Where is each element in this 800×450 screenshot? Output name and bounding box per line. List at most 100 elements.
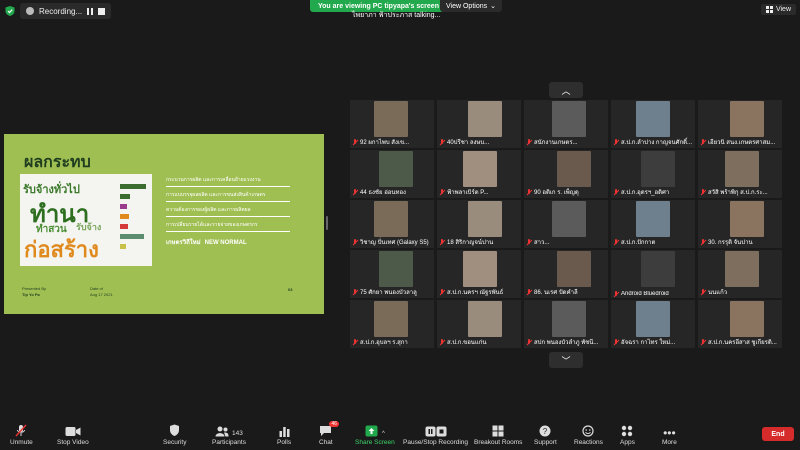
- participant-tile[interactable]: ส.ป.ก.นครฯ ณัฐรพันธ์: [437, 250, 521, 298]
- participant-tile[interactable]: 44 ธงชัย อ่อนทอง: [350, 150, 434, 198]
- participant-tile[interactable]: สวัสิ พร้าพิกุ ส.ป.ก.ระ...: [698, 150, 782, 198]
- breakout-rooms-button[interactable]: Breakout Rooms: [474, 424, 522, 446]
- mini-bar: [120, 214, 129, 219]
- participant-name-label: ฟ้าพลาเบิร์ด P...: [439, 187, 519, 197]
- apps-button[interactable]: Apps: [620, 424, 635, 446]
- share-screen-label: Share Screen: [355, 439, 395, 446]
- mic-muted-icon: [526, 289, 532, 295]
- chevron-up-icon: ︿: [561, 85, 571, 96]
- participant-tile[interactable]: ส.ป.ก.อุบลฯ ร.สุกา: [350, 300, 434, 348]
- participant-name: 44 ธงชัย อ่อนทอง: [360, 190, 406, 196]
- participant-tile[interactable]: 92 ผกาไพบ สังเข...: [350, 100, 434, 148]
- participant-tile[interactable]: 18 สิริกาญจน์ปาน: [437, 200, 521, 248]
- participants-button[interactable]: 143 Participants: [212, 424, 246, 446]
- participant-video: [468, 101, 502, 137]
- share-screen-icon: [365, 425, 378, 437]
- view-options-label: View Options: [446, 2, 488, 10]
- view-options-button[interactable]: View Options ⌄: [440, 0, 502, 12]
- recording-indicator: Recording...: [20, 3, 112, 19]
- view-button[interactable]: View: [760, 4, 796, 15]
- participant-name: ส.ป.ก.ขอนแก่น: [447, 340, 487, 346]
- participant-tile[interactable]: ฟ้าพลาเบิร์ด P...: [437, 150, 521, 198]
- mic-muted-icon: [352, 139, 358, 145]
- more-label: More: [662, 439, 677, 446]
- participant-tile[interactable]: นนแก้ว: [698, 250, 782, 298]
- participant-tile[interactable]: สาว...: [524, 200, 608, 248]
- chevron-down-icon: ⌄: [490, 3, 496, 10]
- security-label: Security: [163, 439, 187, 446]
- participant-tile[interactable]: 90 อติเก ร. เพ็ญดุ: [524, 150, 608, 198]
- meeting-toolbar: Unmute Stop Video Security 143 Participa…: [0, 418, 800, 450]
- pause-recording-button[interactable]: Pause/Stop Recording: [403, 424, 468, 446]
- apps-label: Apps: [620, 439, 635, 446]
- participant-name-label: อัจฉรา กาไทร ใหม่...: [613, 337, 693, 347]
- mic-muted-icon: [613, 339, 619, 345]
- participant-tile[interactable]: เอียวนิ สนง.เกษตรศาสม...: [698, 100, 782, 148]
- security-button[interactable]: Security: [163, 424, 186, 446]
- slide-title: ผลกระทบ: [24, 154, 91, 171]
- share-screen-button[interactable]: ^ Share Screen: [355, 424, 395, 446]
- participant-name-label: วิชาญ ปั่นเทศ (Galaxy S5): [352, 237, 432, 247]
- participant-name-label: สาว...: [526, 237, 606, 247]
- participant-tile[interactable]: 75 ศักยา พนองบัวลาลู: [350, 250, 434, 298]
- mini-bar: [120, 224, 128, 229]
- mini-bar: [120, 184, 146, 189]
- shield-icon[interactable]: [4, 5, 16, 17]
- participant-video: [379, 251, 413, 287]
- participant-tile[interactable]: สปก พนองบัวลำภู พัชนี...: [524, 300, 608, 348]
- participant-tile[interactable]: ส.ป.ก.ลำปาง กาญจนศักดิ์...: [611, 100, 695, 148]
- pause-recording-icon[interactable]: [87, 7, 94, 15]
- participant-name-label: 86. นเรศ ปัดคำลี: [526, 287, 606, 297]
- participant-tile[interactable]: วิชาญ ปั่นเทศ (Galaxy S5): [350, 200, 434, 248]
- mini-bar: [120, 234, 144, 239]
- polls-button[interactable]: Polls: [277, 424, 291, 446]
- stop-video-button[interactable]: Stop Video: [57, 424, 89, 446]
- participant-name: 18 สิริกาญจน์ปาน: [447, 240, 494, 246]
- reactions-smiley-icon: [582, 425, 595, 437]
- participant-name-label: ส.ป.ก.อุบลฯ ร.สุกา: [352, 337, 432, 347]
- gallery-prev-button[interactable]: ︿: [549, 82, 583, 98]
- mic-muted-icon: [439, 139, 445, 145]
- more-button[interactable]: ••• More: [662, 424, 677, 446]
- shared-slide: ผลกระทบ รับจ้างทั่วไป ทำนา ทำสวน รับจ้าง…: [4, 134, 324, 314]
- participant-video: [463, 251, 497, 287]
- participant-tile[interactable]: ส.ป.ก.ปักกาต: [611, 200, 695, 248]
- participant-video: [379, 151, 413, 187]
- recording-dot-icon: [26, 7, 34, 15]
- participant-tile[interactable]: Android Bluedroid: [611, 250, 695, 298]
- participant-name: ส.ป.ก.อุบลฯ ร.สุกา: [360, 340, 408, 346]
- participant-tile[interactable]: ส.ป.ก.อุดรฯ_อดิศา: [611, 150, 695, 198]
- participant-video: [730, 301, 764, 337]
- participant-name-label: นนแก้ว: [700, 287, 780, 297]
- chat-button[interactable]: 46 Chat: [319, 421, 339, 446]
- participant-tile[interactable]: สนักงานเกษตร...: [524, 100, 608, 148]
- panel-resize-handle[interactable]: [326, 216, 328, 230]
- participant-video: [557, 151, 591, 187]
- support-label: Support: [534, 439, 557, 446]
- breakout-rooms-icon: [492, 425, 504, 437]
- mic-muted-icon: [613, 189, 619, 195]
- participant-tile[interactable]: 40ปรีชา ลงษบ...: [437, 100, 521, 148]
- reactions-button[interactable]: Reactions: [574, 424, 603, 446]
- stop-recording-icon[interactable]: [98, 7, 106, 15]
- mic-muted-icon: [700, 289, 706, 295]
- support-icon: ?: [539, 425, 551, 437]
- mic-muted-icon: [439, 239, 445, 245]
- mic-muted-icon: [526, 139, 532, 145]
- participant-tile[interactable]: อัจฉรา กาไทร ใหม่...: [611, 300, 695, 348]
- end-meeting-button[interactable]: End: [762, 427, 794, 441]
- participant-tile[interactable]: 86. นเรศ ปัดคำลี: [524, 250, 608, 298]
- breakout-rooms-label: Breakout Rooms: [474, 439, 523, 446]
- unmute-button[interactable]: Unmute: [10, 424, 33, 446]
- view-label: View: [775, 6, 791, 13]
- support-button[interactable]: ? Support: [534, 424, 557, 446]
- share-options-chevron-icon[interactable]: ^: [382, 431, 385, 437]
- participant-tile[interactable]: 30. กรรุติ จันปาน: [698, 200, 782, 248]
- gallery-next-button[interactable]: ﹀: [549, 352, 583, 368]
- participant-name: เอียวนิ สนง.เกษตรศาสม...: [708, 140, 776, 146]
- participant-video: [557, 251, 591, 287]
- participant-tile[interactable]: ส.ป.ก.นครอีสาส ชูเกียรติ...: [698, 300, 782, 348]
- chat-badge: 46: [329, 421, 339, 427]
- participant-name: Android Bluedroid: [621, 291, 669, 297]
- participant-tile[interactable]: ส.ป.ก.ขอนแก่น: [437, 300, 521, 348]
